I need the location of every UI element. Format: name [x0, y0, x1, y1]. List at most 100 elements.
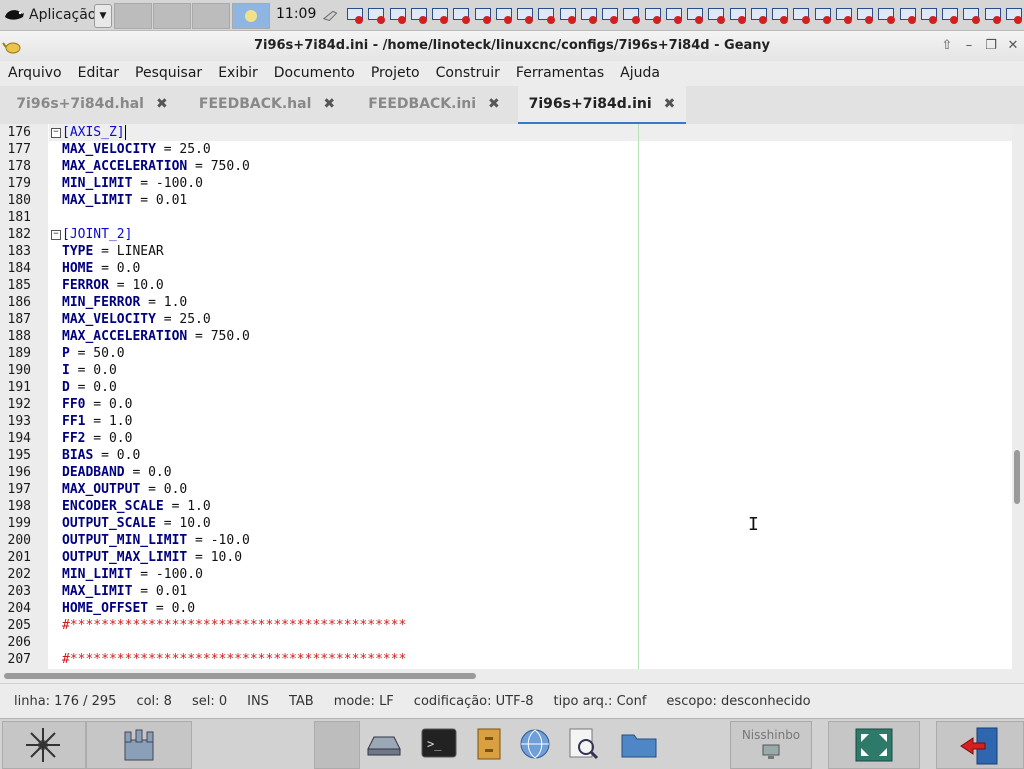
tab-close-icon[interactable]: ✖ [323, 96, 335, 112]
config-key: HOME [62, 261, 94, 276]
network-disconnected-icon[interactable] [664, 6, 683, 24]
network-disconnected-icon[interactable] [621, 6, 640, 24]
workspace-1[interactable] [114, 3, 152, 29]
network-disconnected-icon[interactable] [685, 6, 704, 24]
tray-strip [322, 3, 1023, 27]
shade-icon[interactable]: ⇧ [938, 38, 956, 54]
tab-close-icon[interactable]: ✖ [488, 96, 500, 112]
web-browser-globe-icon[interactable] [516, 727, 554, 761]
config-key: ENCODER_SCALE [62, 499, 164, 514]
fold-toggle-icon[interactable]: − [51, 230, 61, 240]
tab-3[interactable]: 7i96s+7i84d.ini ✖ [518, 86, 686, 125]
code-line: 192 FF0 = 0.0 [0, 396, 1012, 413]
network-disconnected-icon[interactable] [473, 6, 491, 24]
maximize-icon[interactable]: ❐ [982, 38, 1000, 54]
network-disconnected-icon[interactable] [536, 6, 555, 24]
network-disconnected-icon[interactable] [791, 6, 810, 24]
code-line: 205 #************************************… [0, 617, 1012, 634]
network-disconnected-icon[interactable] [876, 6, 895, 24]
file-cabinet-icon[interactable] [470, 727, 508, 761]
clock[interactable]: 11:09 [276, 6, 316, 22]
menu-item-arquivo[interactable]: Arquivo [0, 65, 70, 81]
network-disconnected-icon[interactable] [855, 6, 874, 24]
horizontal-scrollbar-thumb[interactable] [4, 673, 476, 679]
vertical-scrollbar-thumb[interactable] [1014, 450, 1020, 504]
terminal-icon[interactable]: >_ [420, 727, 458, 761]
cable-icon[interactable] [322, 5, 342, 25]
chevron-down-icon[interactable]: ▼ [94, 4, 112, 28]
move-arrows-icon [26, 728, 60, 762]
config-key: MAX_LIMIT [62, 584, 133, 599]
fullscreen-button[interactable] [828, 721, 920, 769]
network-disconnected-icon[interactable] [409, 6, 428, 24]
network-disconnected-icon[interactable] [600, 6, 619, 24]
network-disconnected-icon[interactable] [834, 6, 853, 24]
network-disconnected-icon[interactable] [961, 6, 980, 24]
config-key: FF1 [62, 414, 86, 429]
status-line: linha: 176 / 295 [14, 693, 117, 709]
close-icon[interactable]: ✕ [1004, 38, 1022, 54]
network-disconnected-icon[interactable] [1004, 6, 1023, 24]
network-disconnected-icon[interactable] [940, 6, 959, 24]
network-disconnected-icon[interactable] [749, 6, 768, 24]
menu-item-documento[interactable]: Documento [266, 65, 363, 81]
applications-menu[interactable]: Aplicação ▼ [2, 2, 112, 28]
network-disconnected-icon[interactable] [898, 6, 916, 24]
code-line: 187 MAX_VELOCITY = 25.0 [0, 311, 1012, 328]
config-key: I [62, 363, 70, 378]
logout-button[interactable] [936, 721, 1024, 769]
editor-area[interactable]: 176− [AXIS_Z] 177 MAX_VELOCITY = 25.0 178 MAX… [0, 124, 1012, 669]
config-value: = 10.0 [187, 550, 243, 565]
tab-0[interactable]: 7i96s+7i84d.hal ✖ [0, 86, 184, 122]
line-number: 184 [7, 261, 31, 276]
vertical-scrollbar[interactable] [1012, 124, 1024, 669]
folder-icon[interactable] [620, 727, 658, 761]
move-window-button[interactable] [2, 721, 86, 769]
line-number: 193 [7, 414, 31, 429]
config-value: = 0.0 [69, 380, 117, 395]
workspace-4[interactable] [232, 3, 270, 29]
menu-item-construir[interactable]: Construir [428, 65, 508, 81]
network-disconnected-icon[interactable] [388, 6, 406, 24]
workspace-2[interactable] [153, 3, 191, 29]
menu-item-pesquisar[interactable]: Pesquisar [127, 65, 210, 81]
line-number: 189 [7, 346, 31, 361]
network-disconnected-icon[interactable] [558, 6, 576, 24]
tab-close-icon[interactable]: ✖ [156, 96, 168, 112]
config-key: HOME_OFFSET [62, 601, 149, 616]
code-line: 199 OUTPUT_SCALE = 10.0 [0, 515, 1012, 532]
search-document-icon[interactable] [564, 727, 602, 761]
network-disconnected-icon[interactable] [643, 6, 661, 24]
network-disconnected-icon[interactable] [770, 6, 789, 24]
config-value: = LINEAR [93, 244, 164, 259]
network-disconnected-icon[interactable] [919, 6, 938, 24]
menu-item-exibir[interactable]: Exibir [210, 65, 266, 81]
tab-1[interactable]: FEEDBACK.hal ✖ [184, 86, 350, 122]
network-disconnected-icon[interactable] [494, 6, 513, 24]
tab-2[interactable]: FEEDBACK.ini ✖ [350, 86, 518, 122]
menu-item-projeto[interactable]: Projeto [363, 65, 428, 81]
menu-item-editar[interactable]: Editar [70, 65, 127, 81]
workspace-3[interactable] [192, 3, 230, 29]
tab-close-icon[interactable]: ✖ [664, 96, 676, 112]
network-disconnected-icon[interactable] [451, 6, 470, 24]
network-disconnected-icon[interactable] [579, 6, 598, 24]
drive-icon[interactable] [364, 727, 402, 761]
network-disconnected-icon[interactable] [345, 6, 364, 24]
network-disconnected-icon[interactable] [983, 6, 1001, 24]
network-disconnected-icon[interactable] [515, 6, 534, 24]
menu-item-ferramentas[interactable]: Ferramentas [508, 65, 612, 81]
fold-toggle-icon[interactable]: − [51, 128, 61, 138]
code-line: 177 MAX_VELOCITY = 25.0 [0, 141, 1012, 158]
menu-item-ajuda[interactable]: Ajuda [612, 65, 668, 81]
network-disconnected-icon[interactable] [706, 6, 725, 24]
minimize-icon[interactable]: – [960, 38, 978, 54]
menubar: Arquivo Editar Pesquisar Exibir Documento Pro… [0, 61, 1024, 85]
network-disconnected-icon[interactable] [430, 6, 449, 24]
network-disconnected-icon[interactable] [366, 6, 385, 24]
network-disconnected-icon[interactable] [728, 6, 746, 24]
network-disconnected-icon[interactable] [813, 6, 831, 24]
line-content: FF1 = 1.0 [62, 413, 132, 430]
nisshinbo-button[interactable]: Nisshinbo [730, 721, 812, 769]
show-desktop-button[interactable] [86, 721, 192, 769]
